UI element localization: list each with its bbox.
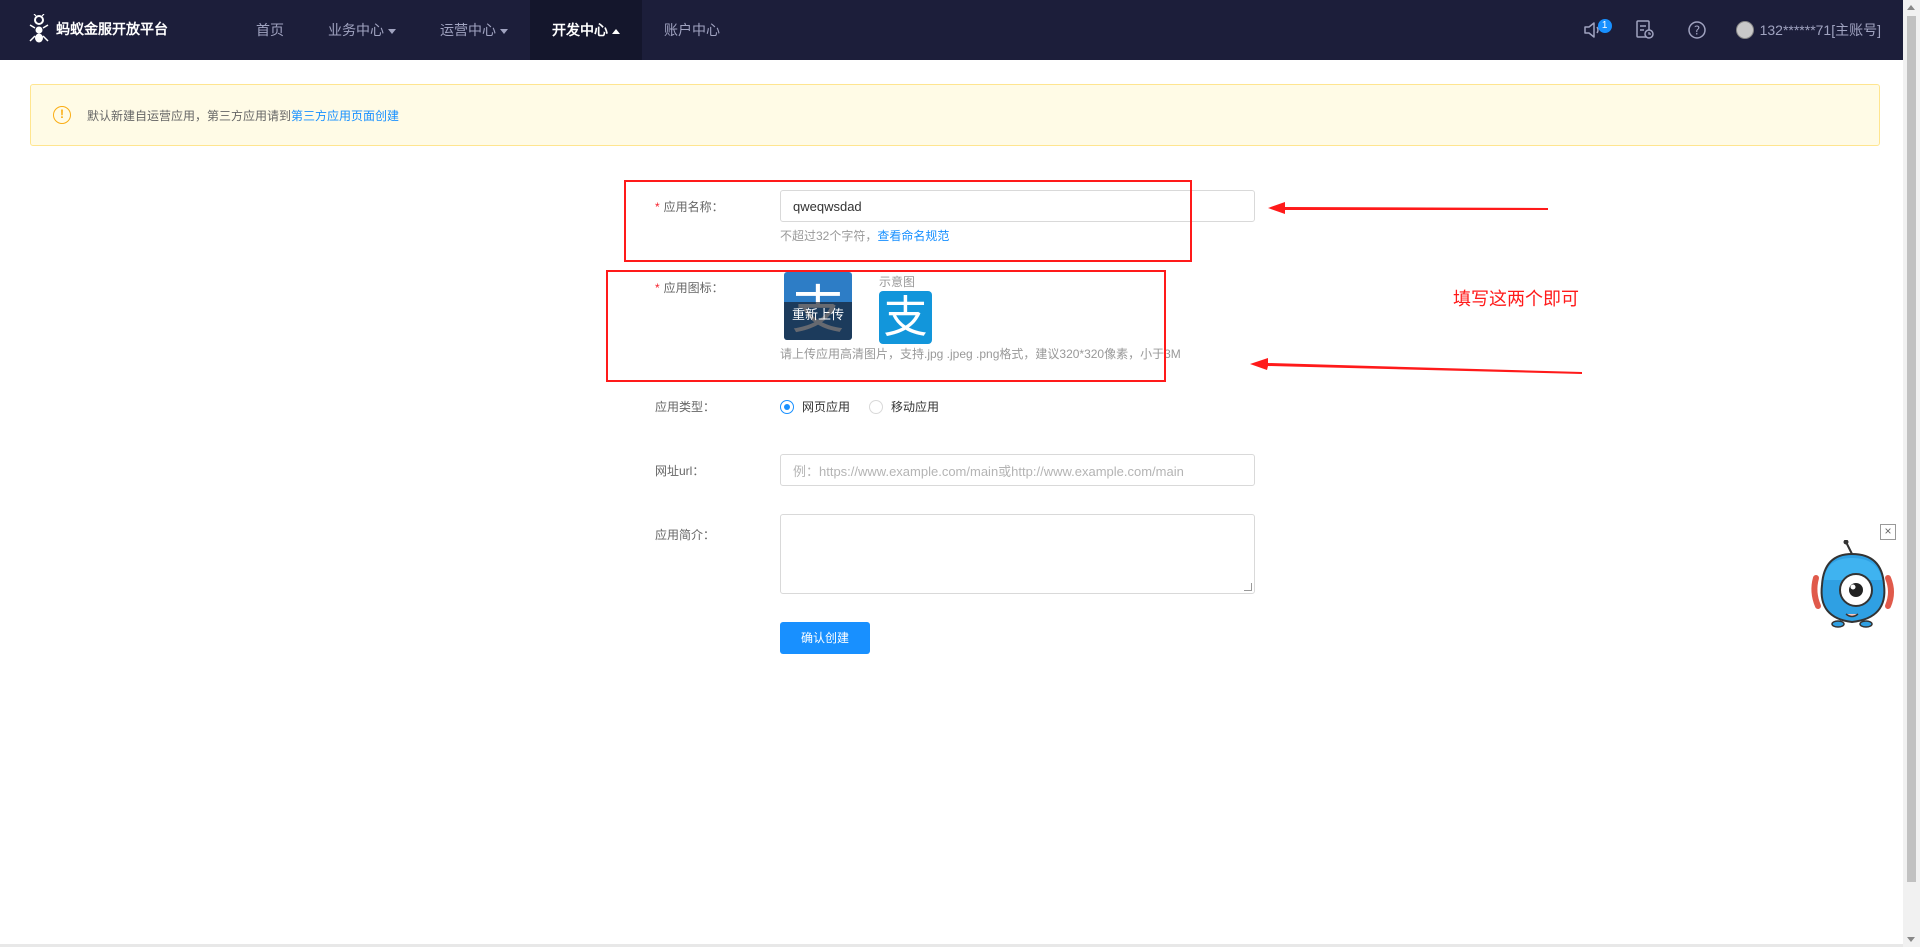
robot-assistant-icon[interactable] <box>1802 540 1902 630</box>
scroll-down-icon[interactable] <box>1907 937 1915 942</box>
scroll-up-icon[interactable] <box>1907 5 1915 10</box>
scroll-thumb[interactable] <box>1907 16 1916 882</box>
annotation-arrow-2 <box>1250 358 1582 374</box>
annotation-arrow-1 <box>1268 202 1548 214</box>
robot-close-button[interactable]: × <box>1880 524 1896 540</box>
annotation-arrows <box>1250 202 1582 374</box>
page-scrollbar[interactable] <box>1903 0 1920 947</box>
